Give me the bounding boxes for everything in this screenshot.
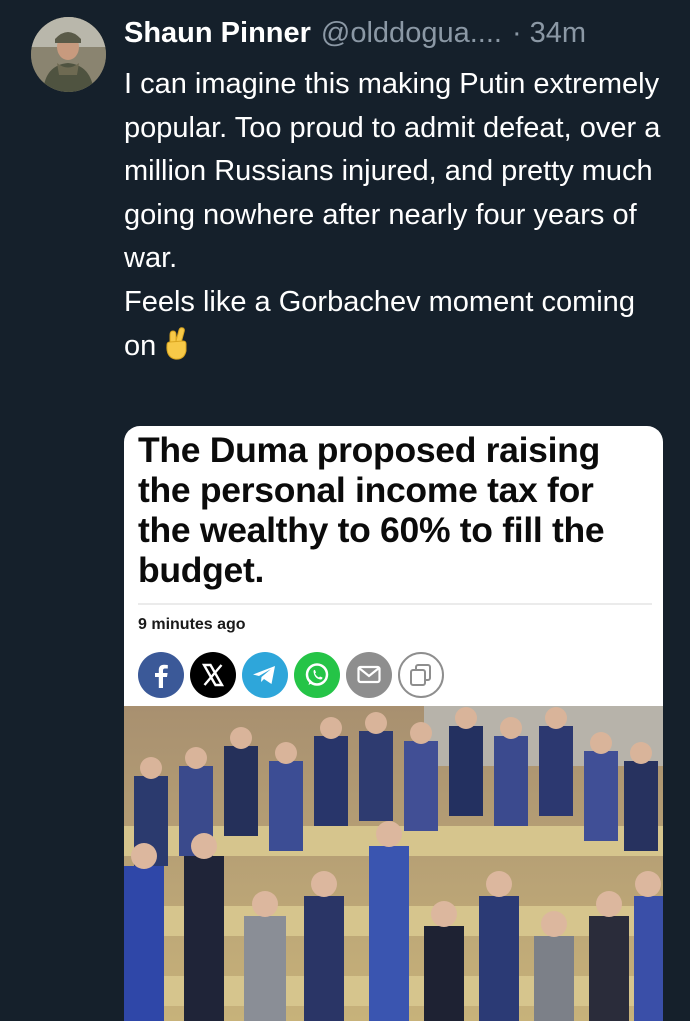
avatar[interactable] [31,17,106,92]
media-card[interactable]: The Duma proposed raising the personal i… [124,426,663,1021]
facebook-icon[interactable] [138,652,184,698]
card-divider [138,603,652,605]
tweet-header: Shaun Pinner @olddogua.... · 34m [124,17,669,57]
user-handle[interactable]: @olddogua.... [321,17,502,50]
separator: · [511,17,522,49]
tweet-text: I can imagine this making Putin extremel… [124,63,669,374]
tweet-text-line-2-text: Feels like a Gorbachev moment coming on [124,285,635,362]
card-headline: The Duma proposed raising the personal i… [138,430,605,590]
display-name[interactable]: Shaun Pinner [124,17,311,50]
crossed-fingers-emoji-icon [162,326,192,375]
timestamp[interactable]: 34m [530,17,586,50]
copy-icon[interactable] [398,652,444,698]
whatsapp-icon[interactable] [294,652,340,698]
tweet-text-line-1: I can imagine this making Putin extremel… [124,68,661,275]
share-buttons [138,652,444,698]
duma-chamber-photo [124,706,663,1021]
telegram-icon[interactable] [242,652,288,698]
tweet-text-line-2: Feels like a Gorbachev moment coming on [124,281,669,374]
avatar-image [31,17,106,92]
article-age: 9 minutes ago [138,616,246,633]
x-icon[interactable] [190,652,236,698]
email-icon[interactable] [346,652,392,698]
